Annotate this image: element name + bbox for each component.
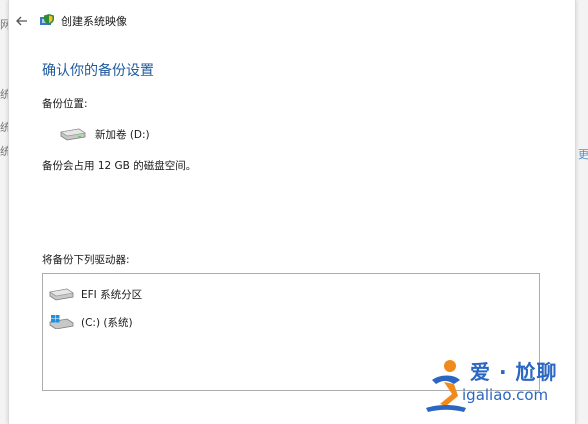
- list-item-label: EFI 系统分区: [81, 288, 143, 301]
- title-bar: 创建系统映像: [9, 8, 575, 34]
- drive-icon: [60, 128, 86, 141]
- site-watermark: 爱 · 尬聊 igaliao.com: [422, 352, 582, 418]
- background-link-fragment: 更: [578, 148, 588, 161]
- back-arrow-icon[interactable]: [13, 12, 31, 30]
- watermark-url: igaliao.com: [462, 386, 549, 404]
- backup-location-label: 备份位置:: [42, 98, 88, 110]
- backup-shield-icon: [40, 14, 54, 25]
- watermark-brand: 爱 · 尬聊: [470, 360, 558, 384]
- drives-list-label: 将备份下列驱动器:: [42, 254, 130, 266]
- space-usage-note: 备份会占用 12 GB 的磁盘空间。: [42, 160, 197, 172]
- windows-drive-icon: [49, 315, 74, 329]
- backup-location-drive: 新加卷 (D:): [59, 124, 150, 144]
- backup-location-drive-label: 新加卷 (D:): [95, 128, 150, 141]
- window-title: 创建系统映像: [61, 15, 127, 28]
- drive-icon: [49, 288, 74, 301]
- list-item-label: (C:) (系统): [81, 316, 133, 329]
- list-item: (C:) (系统): [49, 312, 133, 332]
- list-item: EFI 系统分区: [49, 284, 142, 304]
- page-heading: 确认你的备份设置: [42, 63, 154, 79]
